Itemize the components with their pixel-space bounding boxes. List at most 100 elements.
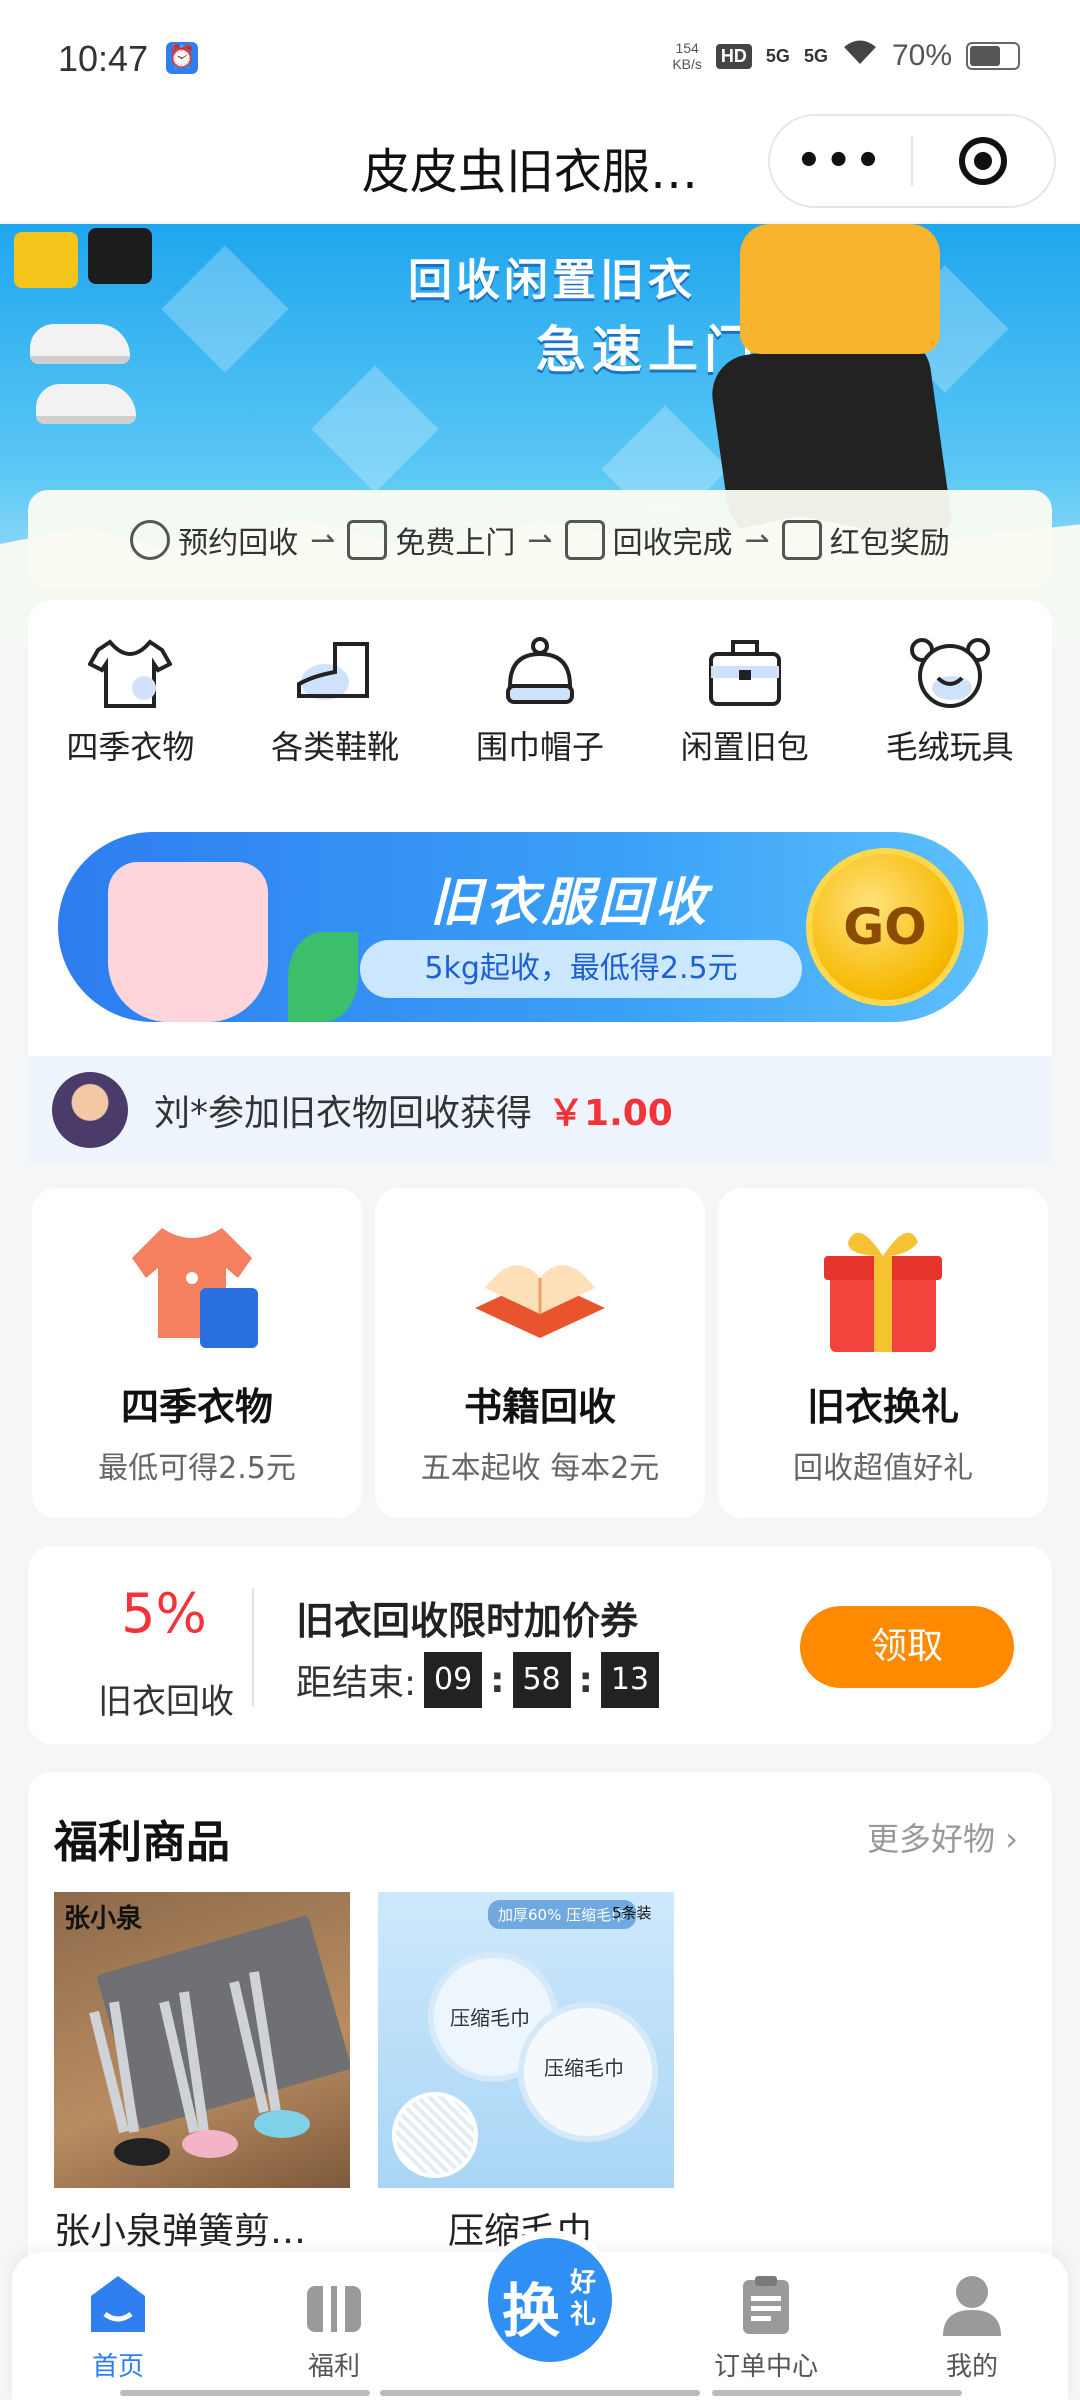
feature-title: 书籍回收 [463, 1385, 616, 1429]
feature-title: 旧衣换礼 [806, 1385, 959, 1429]
process-steps: 预约回收 ⇀ 免费上门 ⇀ 回收完成 ⇀ 红包奖励 [28, 490, 1052, 590]
category-toys[interactable]: 毛绒玩具 [860, 636, 1040, 768]
category-clothes[interactable]: 四季衣物 [40, 636, 220, 768]
person-image [740, 224, 940, 354]
network-speed-unit: KB/s [672, 56, 702, 72]
tshirt-icon [87, 636, 174, 710]
clock-time: 10:47 [58, 38, 149, 79]
feature-books[interactable]: 书籍回收 五本起收 每本2元 [375, 1188, 705, 1518]
category-label: 四季衣物 [66, 728, 195, 766]
home-icon [85, 2272, 151, 2338]
signal-icon: 5G [765, 45, 790, 66]
product-name: 张小泉弹簧剪… [54, 2211, 307, 2252]
tab-mine[interactable]: 我的 [912, 2272, 1032, 2383]
home-indicator-3 [712, 2390, 962, 2396]
red-envelope-icon [781, 520, 822, 560]
category-bags[interactable]: 闲置旧包 [655, 636, 835, 768]
hd-icon: HD [715, 43, 752, 69]
tab-home[interactable]: 首页 [58, 2272, 178, 2383]
product-card[interactable]: 张小泉 张小泉弹簧剪… [54, 1892, 350, 2254]
status-indicators: 154 KB/s HD 5G 5G 70% [672, 38, 1020, 74]
step-label: 红包奖励 [829, 526, 950, 561]
ticker-text: 刘*参加旧衣物回收获得 [154, 1093, 533, 1134]
feature-title: 四季衣物 [120, 1385, 273, 1429]
tab-label: 我的 [945, 2352, 998, 2382]
coupon-divider [252, 1588, 254, 1706]
category-list: 四季衣物 各类鞋靴 围巾帽子 闲置旧包 毛绒玩具 [28, 600, 1052, 768]
feature-subtitle: 最低可得2.5元 [98, 1451, 296, 1486]
sneaker-image-2 [36, 384, 136, 424]
arrow-icon: ⇀ [310, 522, 336, 558]
category-label: 闲置旧包 [680, 728, 809, 766]
countdown-hours: 09 [424, 1652, 483, 1708]
recycle-banner[interactable]: 旧衣服回收 5kg起收，最低得2.5元 GO [58, 832, 988, 1022]
nav-bar: 皮皮虫旧衣服… ••• [0, 110, 1080, 222]
arrow-icon: ⇀ [744, 522, 770, 558]
category-hats[interactable]: 围巾帽子 [450, 636, 630, 768]
coupon-percent-label: 旧衣回收 [98, 1682, 234, 1722]
product-card[interactable]: 加厚60% 压缩毛巾 5条装 压缩毛巾 压缩毛巾 压缩毛巾 [378, 1892, 674, 2254]
page-title: 皮皮虫旧衣服… [362, 144, 699, 200]
dress-image [108, 862, 268, 1022]
countdown-label: 距结束: [296, 1663, 417, 1704]
battery-percent: 70% [891, 39, 952, 72]
feature-cards: 四季衣物 最低可得2.5元 书籍回收 五本起收 每本2元 旧衣换礼 回收超值好礼 [32, 1188, 1048, 1518]
bag-icon [703, 636, 787, 710]
recycle-icon [564, 520, 605, 560]
network-speed-value: 154 [675, 40, 699, 56]
user-icon [939, 2272, 1005, 2338]
countdown-minutes: 58 [512, 1652, 571, 1708]
category-label: 毛绒玩具 [885, 728, 1014, 766]
feature-clothes[interactable]: 四季衣物 最低可得2.5元 [32, 1188, 362, 1518]
recycle-ticker: 刘*参加旧衣物回收获得 ￥1.00 [28, 1056, 1052, 1164]
recycle-banner-title: 旧衣服回收 [430, 873, 711, 933]
yellow-shirt-image [14, 232, 78, 288]
tab-welfare[interactable]: 福利 [274, 2272, 394, 2383]
product-label-2: 压缩毛巾 [544, 2056, 624, 2080]
home-indicator[interactable] [120, 2390, 370, 2396]
hat-icon [498, 636, 582, 710]
home-indicator-2 [380, 2390, 700, 2396]
banner-headline: 回收闲置旧衣 [408, 255, 696, 306]
clipboard-icon [733, 2272, 799, 2338]
step-pickup: 免费上门 [347, 518, 515, 562]
feature-gift[interactable]: 旧衣换礼 回收超值好礼 [718, 1188, 1048, 1518]
door-icon [347, 520, 388, 560]
claim-coupon-button[interactable]: 领取 [800, 1606, 1014, 1688]
category-shoes[interactable]: 各类鞋靴 [245, 636, 425, 768]
tab-label: 订单中心 [713, 2352, 818, 2382]
boot-icon [293, 636, 377, 710]
category-card: 四季衣物 各类鞋靴 围巾帽子 闲置旧包 毛绒玩具 旧衣服回收 5kg起收，最低得… [28, 600, 1052, 1056]
more-dots-icon[interactable]: ••• [770, 138, 911, 184]
category-label: 围巾帽子 [475, 728, 604, 766]
swap-label-small-2: 礼 [570, 2300, 597, 2330]
swap-gift-button[interactable]: 换 好 礼 [480, 2230, 620, 2370]
sneaker-image [30, 324, 130, 364]
coupon-title: 旧衣回收限时加价券 [296, 1599, 639, 1643]
step-label: 免费上门 [395, 526, 516, 561]
gift-icon [301, 2272, 367, 2338]
countdown-colon: : [578, 1659, 593, 1701]
network-speed: 154 KB/s [672, 40, 702, 72]
status-bar: 10:47 ⏰ 154 KB/s HD 5G 5G 70% [0, 0, 1080, 110]
alarm-icon: ⏰ [166, 42, 198, 74]
swap-label: 换 [502, 2277, 561, 2345]
towel-image: 加厚60% 压缩毛巾 5条装 压缩毛巾 压缩毛巾 [378, 1892, 674, 2188]
tab-label: 首页 [91, 2352, 144, 2382]
countdown: 距结束: 09 : 58 : 13 [296, 1652, 667, 1708]
more-products-link[interactable]: 更多好物 › [867, 1814, 1018, 1860]
product-label: 压缩毛巾 [450, 2006, 530, 2030]
tab-label: 福利 [307, 2352, 360, 2382]
black-sweater-image [88, 228, 152, 284]
go-button[interactable]: GO [806, 848, 964, 1006]
arrow-icon: ⇀ [527, 522, 553, 558]
mini-program-capsule: ••• [768, 114, 1056, 208]
close-target-button[interactable] [913, 137, 1054, 185]
countdown-seconds: 13 [600, 1652, 659, 1708]
tab-orders[interactable]: 订单中心 [706, 2272, 826, 2383]
gift-box-image [808, 1218, 958, 1358]
bear-icon [908, 636, 992, 710]
scissors-image: 张小泉 [54, 1892, 350, 2188]
coupon-card: 5% 旧衣回收 旧衣回收限时加价券 距结束: 09 : 58 : 13 领取 [28, 1546, 1052, 1744]
sweater-image [122, 1218, 272, 1358]
